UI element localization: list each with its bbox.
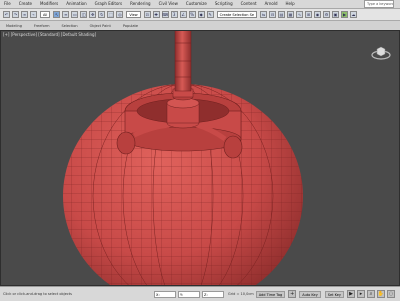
coord-x-field[interactable]: X: — [154, 290, 177, 298]
selection-filter-dropdown[interactable]: All — [40, 11, 51, 18]
named-selection-dropdown[interactable]: Create Selection Se — [216, 11, 258, 18]
coord-y-field[interactable]: Y: — [178, 290, 201, 298]
edit-named-selection-icon[interactable]: ✎ — [206, 11, 214, 18]
menu-animation[interactable]: Animation — [62, 0, 90, 8]
search-placeholder: Type a keyword or phrase — [367, 2, 393, 6]
ribbon-toggle-icon[interactable]: ▦ — [287, 11, 295, 18]
mirror-icon[interactable]: ⇋ — [260, 11, 268, 18]
render-icon[interactable]: ▶ — [341, 11, 349, 18]
angle-snap-icon[interactable]: ∠ — [179, 11, 187, 18]
curve-editor-icon[interactable]: ∿ — [296, 11, 304, 18]
next-frame-icon[interactable]: ▸ — [357, 290, 365, 298]
left-knob — [116, 131, 136, 155]
render-setup-icon[interactable]: ⚙ — [323, 11, 331, 18]
keyboard-shortcut-icon[interactable]: ⌨ — [161, 11, 169, 18]
zoom-icon[interactable]: ⌕ — [367, 290, 375, 298]
tab-selection[interactable]: Selection — [56, 24, 84, 28]
select-object-icon[interactable]: ↖ — [53, 11, 61, 18]
tab-freeform[interactable]: Freeform — [28, 24, 56, 28]
set-key-button[interactable]: Set Key — [324, 290, 344, 298]
scale-icon[interactable]: ⬚ — [107, 11, 115, 18]
reference-coordinate-dropdown[interactable]: View — [126, 11, 141, 18]
percent-snap-icon[interactable]: % — [188, 11, 196, 18]
rect-selection-icon[interactable]: ▭ — [71, 11, 79, 18]
set-key-icon[interactable]: + — [288, 290, 297, 298]
search-input[interactable]: Type a keyword or phrase — [364, 0, 394, 8]
status-prompt: Click or click-and-drag to select object… — [3, 292, 72, 296]
status-bar: Click or click-and-drag to select object… — [0, 286, 400, 301]
coord-z-field[interactable]: Z: — [202, 290, 225, 298]
snap-toggle-icon[interactable]: 3 — [170, 11, 178, 18]
pivot-icon[interactable]: ⊡ — [143, 11, 151, 18]
play-icon[interactable]: ▶ — [347, 290, 355, 298]
menu-scripting[interactable]: Scripting — [211, 0, 237, 8]
menu-customize[interactable]: Customize — [182, 0, 211, 8]
menu-content[interactable]: Content — [237, 0, 261, 8]
menu-modifiers[interactable]: Modifiers — [36, 0, 62, 8]
orbit-icon[interactable]: ◌ — [387, 290, 395, 298]
move-icon[interactable]: ✥ — [89, 11, 97, 18]
layer-explorer-icon[interactable]: ▤ — [278, 11, 286, 18]
auto-key-button[interactable]: Auto Key — [299, 290, 321, 298]
tab-populate[interactable]: Populate — [117, 24, 144, 28]
select-by-name-icon[interactable]: ≡ — [62, 11, 70, 18]
material-editor-icon[interactable]: ◉ — [314, 11, 322, 18]
perspective-viewport[interactable]: [+] [Perspective] [Standard] [Default Sh… — [0, 30, 400, 286]
lamp-model[interactable] — [1, 31, 400, 286]
menu-arnold[interactable]: Arnold — [261, 0, 282, 8]
menu-graph-editors[interactable]: Graph Editors — [91, 0, 126, 8]
unlink-icon[interactable]: ⌁ — [30, 11, 37, 18]
spinner-snap-icon[interactable]: ◆ — [197, 11, 205, 18]
link-icon[interactable]: ∞ — [21, 11, 28, 18]
menu-file[interactable]: File — [0, 0, 15, 8]
pan-icon[interactable]: ✋ — [377, 290, 385, 298]
rotate-icon[interactable]: ↻ — [98, 11, 106, 18]
placement-icon[interactable]: ◎ — [116, 11, 124, 18]
menu-help[interactable]: Help — [282, 0, 299, 8]
tab-object-paint[interactable]: Object Paint — [84, 24, 117, 28]
select-manipulate-icon[interactable]: ✚ — [152, 11, 160, 18]
viewcube-icon[interactable] — [371, 43, 391, 63]
menu-create[interactable]: Create — [15, 0, 36, 8]
window-crossing-icon[interactable]: ◫ — [80, 11, 88, 18]
align-icon[interactable]: ⊟ — [269, 11, 277, 18]
tab-modeling[interactable]: Modeling — [0, 24, 28, 28]
schematic-view-icon[interactable]: ⊞ — [305, 11, 313, 18]
add-time-tag-button[interactable]: Add Time Tag — [255, 290, 286, 298]
rendered-frame-window-icon[interactable]: ▣ — [332, 11, 340, 18]
main-toolbar: ↶ ↷ ∞ ⌁ All ↖ ≡ ▭ ◫ ✥ ↻ ⬚ ◎ View ⊡ ✚ ⌨ 3… — [0, 9, 400, 21]
redo-icon[interactable]: ↷ — [12, 11, 19, 18]
undo-icon[interactable]: ↶ — [3, 11, 10, 18]
menu-rendering[interactable]: Rendering — [126, 0, 154, 8]
menu-civil-view[interactable]: Civil View — [155, 0, 182, 8]
render-cloud-icon[interactable]: ☁ — [350, 11, 358, 18]
grid-size: Grid = 10,0cm — [228, 292, 254, 296]
right-knob — [223, 135, 243, 159]
menu-bar: File Create Modifiers Animation Graph Ed… — [0, 0, 400, 9]
